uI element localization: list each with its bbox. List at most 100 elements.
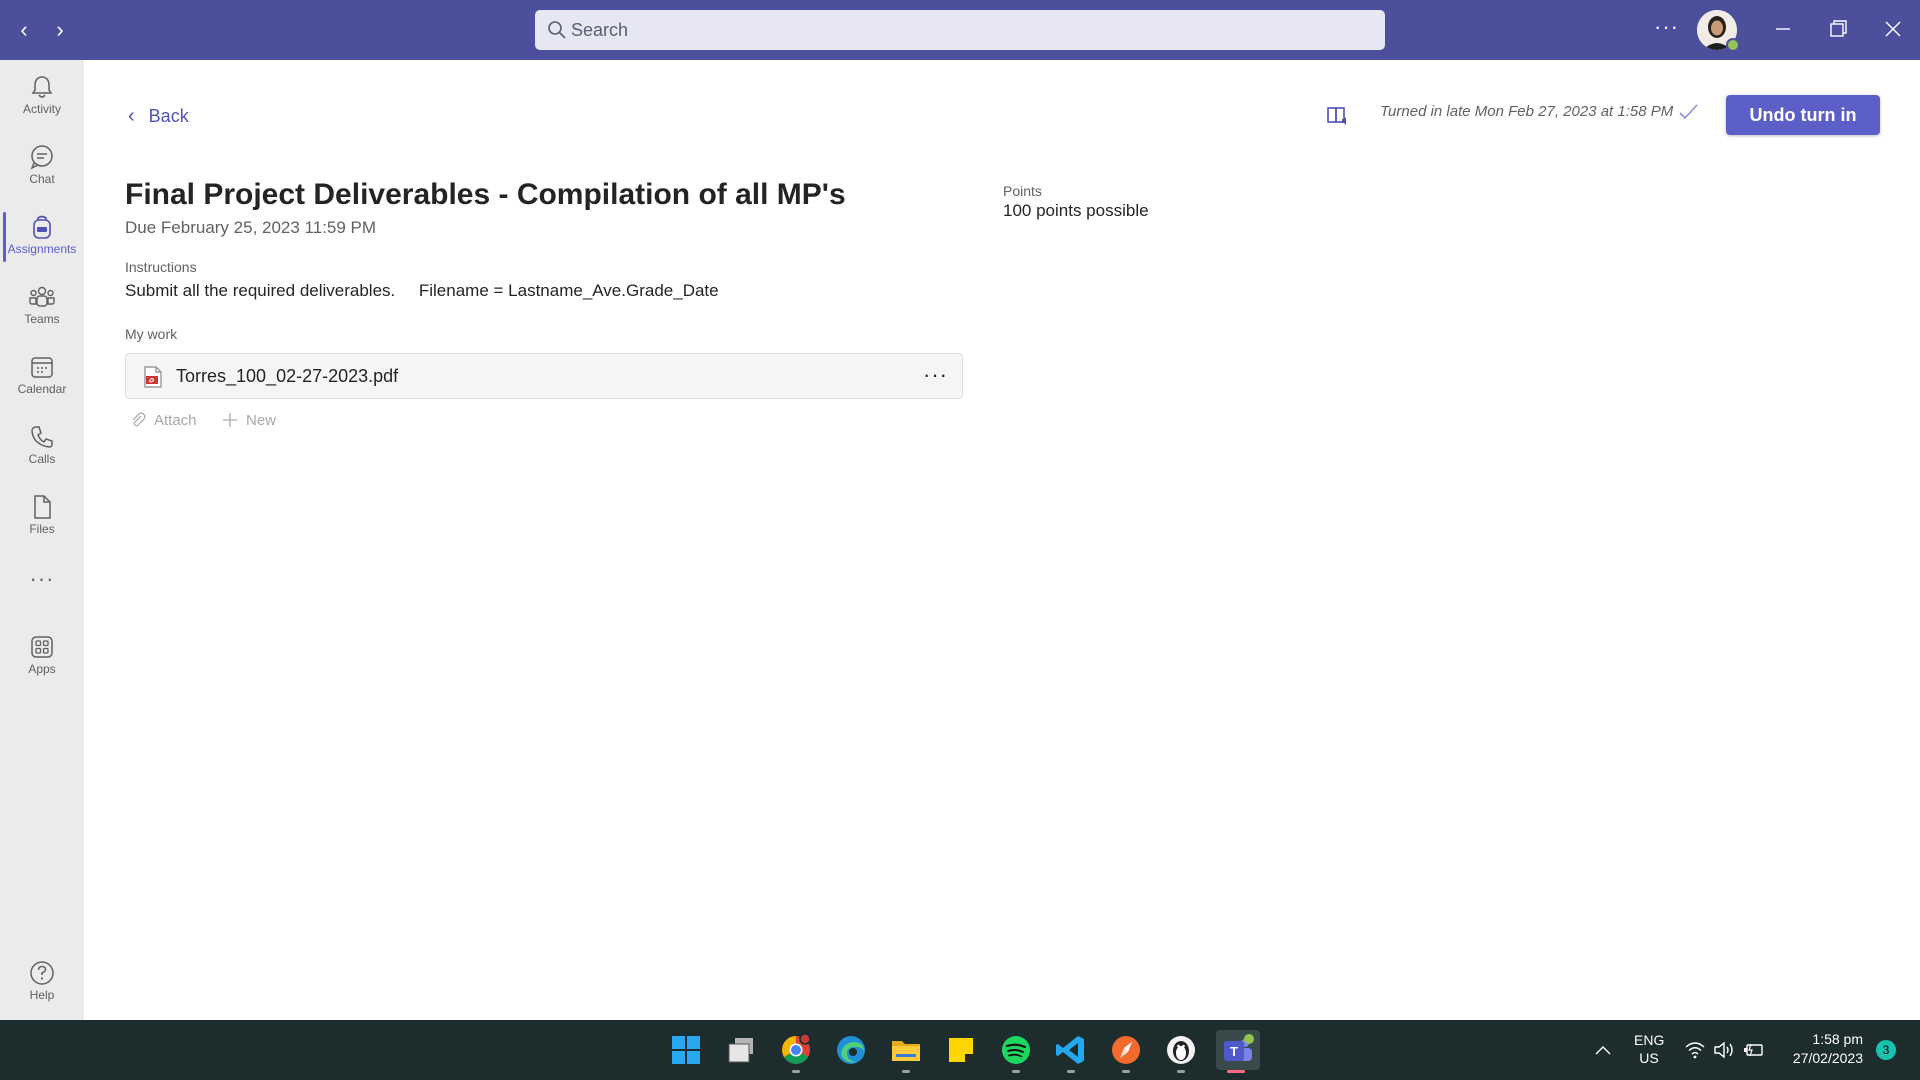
task-view-button[interactable] [721,1030,761,1070]
settings-more-button[interactable]: ··· [1654,14,1679,40]
file-icon [34,495,51,519]
rail-item-chat[interactable]: Chat [0,134,84,198]
start-button[interactable] [666,1030,706,1070]
attached-file-card[interactable]: Torres_100_02-27-2023.pdf ··· [125,353,963,399]
rail-item-apps[interactable]: Apps [0,624,84,688]
taskbar-chrome[interactable] [776,1030,816,1073]
rail-label: Assignments [7,242,77,256]
clock[interactable]: 1:58 pm 27/02/2023 [1783,1031,1863,1066]
rail-label: Apps [28,662,56,676]
calendar-icon [31,357,53,378]
running-indicator [792,1070,800,1073]
rail-label: Help [29,988,55,1002]
rail-item-calls[interactable]: Calls [0,414,84,478]
file-more-options-button[interactable]: ··· [923,362,948,388]
language-indicator[interactable]: ENG US [1634,1032,1664,1066]
rail-item-teams[interactable]: Teams [0,274,84,338]
rail-item-help[interactable]: Help [0,950,84,1014]
battery-icon[interactable] [1742,1040,1764,1060]
attach-label: Attach [154,412,197,429]
pdf-file-icon [144,366,162,388]
paperclip-icon [132,412,146,427]
turned-in-status: Turned in late Mon Feb 27, 2023 at 1:58 … [1380,103,1674,120]
file-explorer-icon [892,1041,920,1061]
taskbar: T ENG US 1:58 pm 27/02/2023 [0,1020,1920,1080]
start-icon [672,1036,700,1064]
rail-label: Chat [29,172,55,186]
nav-back-icon[interactable]: ‹ [10,16,38,44]
vscode-icon [1056,1036,1084,1064]
rail-item-activity[interactable]: Activity [0,64,84,128]
rail-item-files[interactable]: Files [0,484,84,548]
task-view-icon [728,1038,753,1063]
due-date: Due February 25, 2023 11:59 PM [125,218,377,237]
search-input[interactable] [571,10,1371,50]
more-icon: ··· [29,566,55,591]
running-indicator [902,1070,910,1073]
rail-label: Calls [28,452,56,466]
title-bar: ‹ › ··· [0,0,1920,60]
lang-bottom: US [1639,1050,1659,1066]
taskbar-compass-app[interactable] [1106,1030,1146,1073]
rail-label: Activity [22,102,61,116]
rail-item-calendar[interactable]: Calendar [0,344,84,408]
rail-label: Teams [24,312,60,326]
chevron-up-icon[interactable] [1594,1042,1612,1058]
instructions-label: Instructions [125,259,197,275]
rail-item-assignments[interactable]: Assignments [0,204,84,268]
taskbar-teams[interactable]: T [1216,1030,1260,1073]
search-icon [548,21,566,39]
rail-label: Calendar [17,382,67,396]
svg-text:T: T [1230,1044,1238,1059]
penguin-app-icon [1167,1036,1195,1064]
apps-icon [31,636,53,658]
new-label: New [246,412,277,429]
teams-app-icon: T [1224,1034,1254,1061]
back-button[interactable]: ‹ Back [128,105,189,128]
lang-top: ENG [1634,1032,1665,1048]
taskbar-penguin-app[interactable] [1161,1030,1201,1073]
running-indicator [1012,1070,1020,1073]
app-rail: Activity Chat Assignments Teams Calendar… [0,60,84,1020]
avatar[interactable] [1697,10,1740,52]
chrome-icon [782,1033,811,1064]
running-indicator [1227,1070,1245,1073]
taskbar-spotify[interactable] [996,1030,1036,1073]
taskbar-sticky-notes[interactable] [941,1030,981,1070]
taskbar-vscode[interactable] [1051,1030,1091,1073]
restore-icon[interactable] [1823,14,1853,44]
running-indicator [1122,1070,1130,1073]
minimize-icon[interactable] [1768,14,1798,44]
taskbar-file-explorer[interactable] [886,1030,926,1073]
undo-turn-in-button[interactable]: Undo turn in [1726,95,1880,135]
instructions-text: Submit all the required deliverables. Fi… [125,281,719,300]
checkmark-icon [1679,104,1698,120]
attach-button[interactable]: Attach [130,412,197,429]
phone-icon [31,426,53,448]
notification-badge[interactable]: 3 [1876,1040,1896,1060]
rail-more-button[interactable]: ··· [0,558,84,598]
file-name: Torres_100_02-27-2023.pdf [176,366,399,386]
chevron-left-icon: ‹ [128,105,135,127]
my-work-label: My work [125,326,178,342]
help-icon [30,961,54,985]
nav-forward-icon[interactable]: › [46,16,74,44]
teams-icon [29,286,55,307]
sticky-notes-icon [949,1038,973,1062]
plus-icon [223,413,237,427]
close-icon[interactable] [1878,14,1908,44]
presence-available-icon [1726,38,1740,52]
compass-app-icon [1112,1036,1140,1064]
clock-time: 1:58 pm [1812,1031,1863,1047]
search-bar[interactable] [535,10,1385,50]
backpack-icon [33,215,51,239]
taskbar-edge[interactable] [831,1030,871,1070]
wifi-icon[interactable] [1684,1040,1706,1060]
back-label: Back [148,106,189,126]
immersive-reader-icon[interactable] [1325,104,1349,128]
new-button[interactable]: New [222,412,276,429]
running-indicator [1177,1070,1185,1073]
points-label: Points [1003,183,1042,199]
bell-icon [31,76,53,98]
volume-icon[interactable] [1713,1040,1735,1060]
